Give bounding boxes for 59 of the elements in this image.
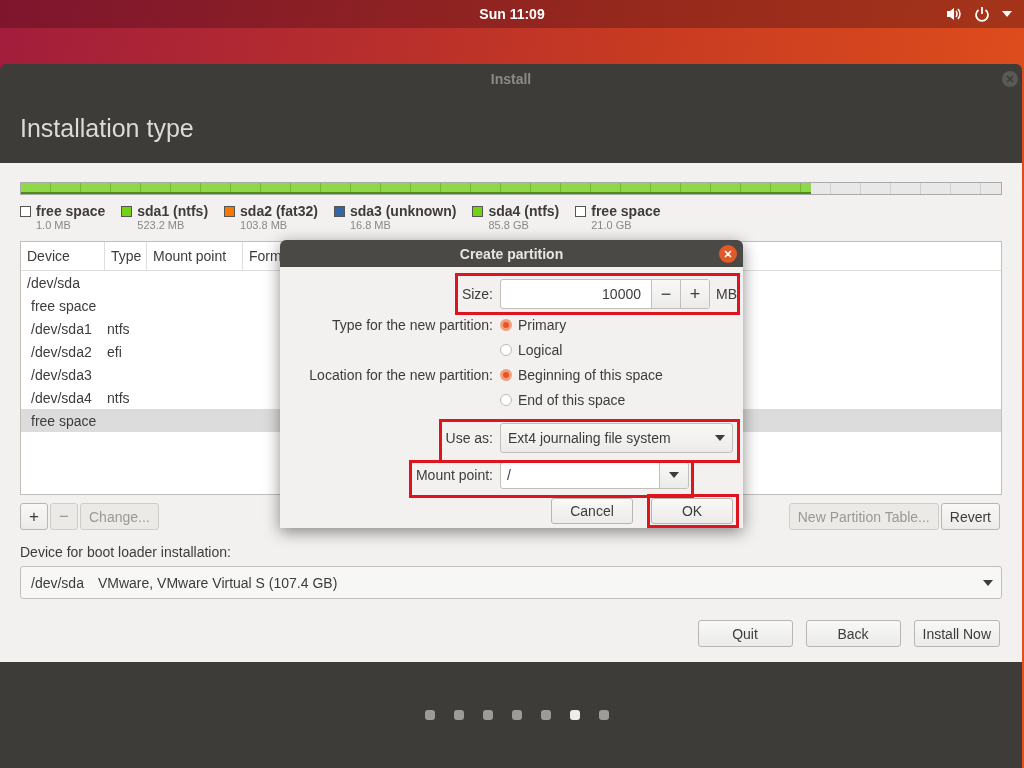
- device-cell[interactable]: /dev/sda3: [31, 366, 92, 383]
- legend-label: sda1 (ntfs): [137, 203, 209, 219]
- caret-icon: [669, 472, 679, 478]
- device-cell[interactable]: /dev/sda4: [31, 389, 92, 406]
- nav-button[interactable]: Back: [805, 620, 901, 647]
- legend-label: sda2 (fat32): [240, 203, 318, 219]
- unit-label: MB: [716, 286, 737, 302]
- device-cell[interactable]: /dev/sda1: [31, 320, 92, 337]
- legend-label: free space: [591, 203, 661, 219]
- device-cell[interactable]: free space: [31, 297, 97, 314]
- power-icon[interactable]: [974, 6, 990, 22]
- volume-icon[interactable]: [946, 7, 962, 21]
- legend-label: free space: [36, 203, 106, 219]
- field-label: Device for boot loader installation:: [20, 544, 232, 560]
- type-cell: efi: [107, 343, 122, 360]
- device-cell[interactable]: /dev/sda: [27, 274, 80, 291]
- column-header[interactable]: Type: [105, 242, 147, 270]
- size-field[interactable]: 10000 − +: [500, 279, 710, 309]
- type-cell: ntfs: [107, 389, 130, 406]
- mount-point-combo[interactable]: /: [500, 461, 689, 489]
- dialog-button[interactable]: Cancel: [551, 498, 633, 524]
- caret-icon: [715, 435, 725, 441]
- radio-option[interactable]: Beginning of this space: [500, 366, 663, 383]
- legend-size: 1.0 MB: [36, 219, 72, 231]
- legend-size: 85.8 GB: [488, 219, 530, 231]
- clock[interactable]: Sun 11:09: [479, 6, 545, 22]
- nav-button[interactable]: Install Now: [913, 620, 1000, 647]
- type-cell: ntfs: [107, 320, 130, 337]
- legend-label: sda3 (unknown): [349, 203, 457, 219]
- use-as-dropdown[interactable]: Ext4 journaling file system: [500, 423, 733, 453]
- legend-size: 523.2 MB: [137, 219, 186, 231]
- revert-button[interactable]: Revert: [940, 503, 1000, 530]
- column-header[interactable]: Device: [21, 242, 105, 270]
- dialog-title: Create partition: [459, 245, 564, 262]
- legend-size: 103.8 MB: [240, 219, 289, 231]
- field-label: Location for the new partition:: [309, 366, 493, 383]
- radio-option[interactable]: End of this space: [500, 391, 626, 408]
- legend-label: sda4 (ntfs): [488, 203, 560, 219]
- dialog-button[interactable]: OK: [651, 498, 733, 524]
- radio-option[interactable]: Logical: [500, 341, 563, 358]
- device-cell[interactable]: /dev/sda2: [31, 343, 92, 360]
- page-heading: Installation type: [20, 114, 194, 143]
- column-header[interactable]: Mount point: [147, 242, 243, 270]
- legend-size: 16.8 MB: [349, 219, 392, 231]
- window-title: Install: [490, 71, 532, 87]
- nav-button[interactable]: Quit: [697, 620, 793, 647]
- caret-icon[interactable]: [1002, 11, 1012, 17]
- field-label: Size:: [461, 286, 493, 302]
- decrement-button[interactable]: −: [651, 280, 680, 308]
- field-label: Mount point:: [415, 467, 493, 483]
- boot-loader-dropdown[interactable]: /dev/sda VMware, VMware Virtual S (107.4 GB): [20, 566, 1002, 599]
- field-label: Type for the new partition:: [331, 316, 493, 333]
- radio-option[interactable]: Primary: [500, 316, 567, 333]
- increment-button[interactable]: +: [680, 280, 709, 308]
- caret-icon: [983, 580, 993, 586]
- add-button[interactable]: +: [20, 503, 48, 530]
- legend-size: 21.0 GB: [591, 219, 633, 231]
- device-cell[interactable]: free space: [31, 412, 97, 429]
- close-icon[interactable]: [719, 245, 737, 263]
